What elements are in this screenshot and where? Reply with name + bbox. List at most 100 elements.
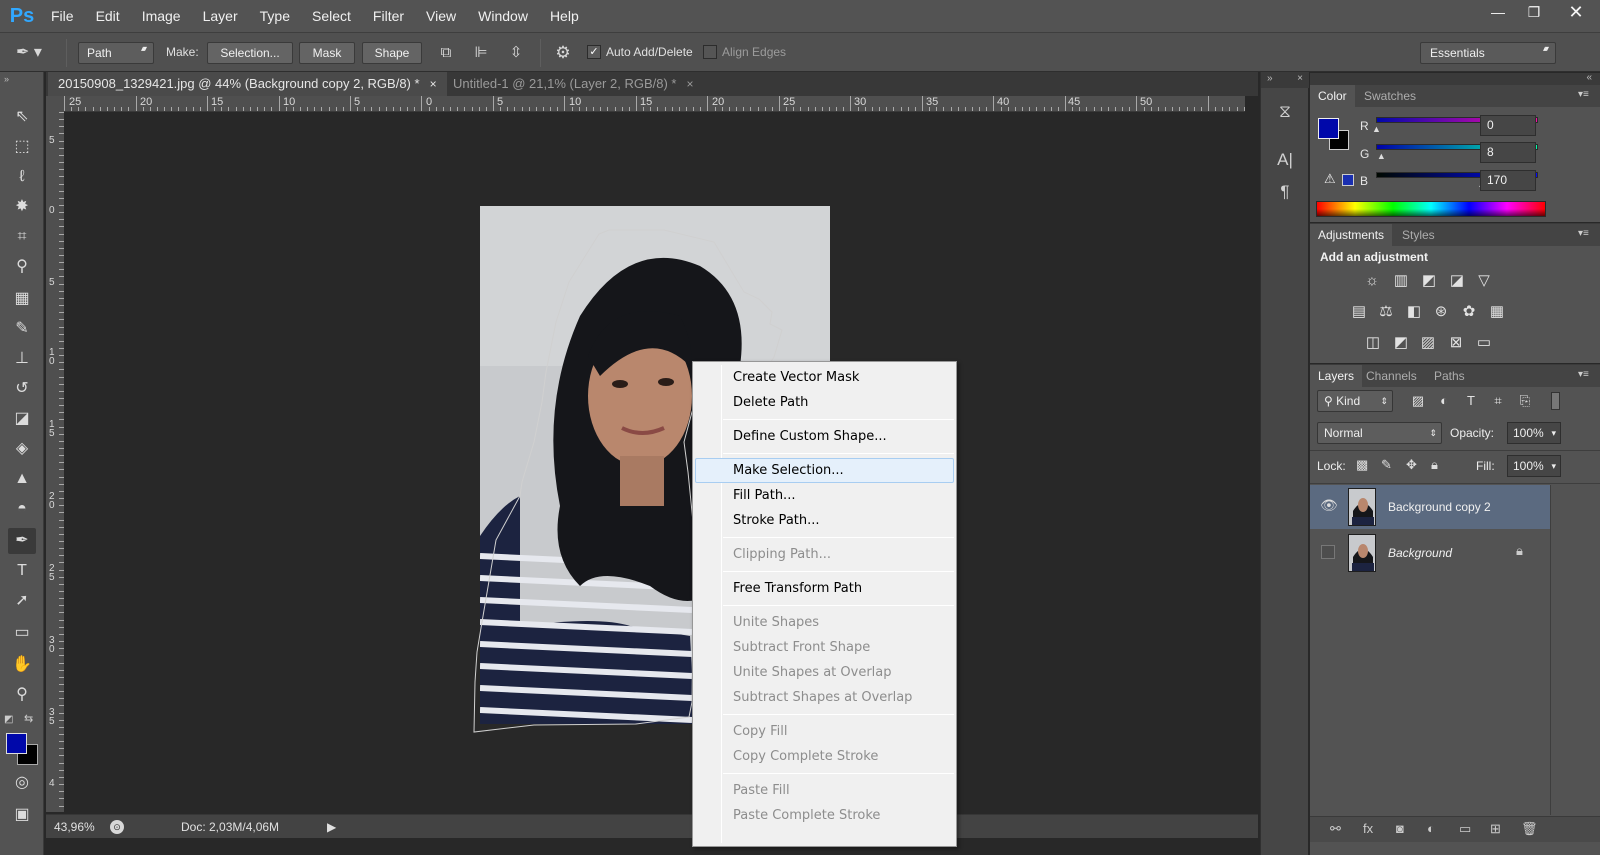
menu-item-delete-path[interactable]: Delete Path (695, 390, 954, 415)
horizontal-ruler[interactable]: 25 20 15 10 5 0 5 10 15 20 25 30 35 40 45 50 (64, 96, 1245, 112)
gamut-swatch[interactable] (1342, 174, 1354, 186)
tab-paths[interactable]: Paths (1426, 365, 1473, 387)
quick-mask-icon[interactable]: ◎ (8, 770, 36, 796)
layer-name[interactable]: Background copy 2 (1388, 500, 1491, 514)
posterize-icon[interactable]: ◩ (1389, 332, 1413, 354)
menu-edit[interactable]: Edit (85, 0, 131, 32)
vertical-ruler[interactable]: 5 0 5 1 0 1 5 2 0 2 5 3 0 3 5 4 (46, 112, 64, 812)
tab-styles[interactable]: Styles (1394, 224, 1443, 246)
pen-tool-preset-icon[interactable]: ✒ ▾ (8, 43, 50, 63)
curves-icon[interactable]: ◩ (1417, 270, 1441, 292)
menu-type[interactable]: Type (249, 0, 301, 32)
new-adjustment-layer-icon[interactable]: ◐ (1427, 821, 1435, 836)
menu-window[interactable]: Window (467, 0, 539, 32)
make-mask-button[interactable]: Mask (299, 42, 355, 64)
lock-all-icon[interactable]: 🔒︎ (1431, 457, 1438, 473)
paragraph-panel-icon[interactable]: ¶ (1273, 180, 1297, 204)
lock-position-icon[interactable]: ✥ (1406, 457, 1417, 473)
blur-tool-icon[interactable]: ▲ (8, 466, 36, 492)
filter-kind-select[interactable]: ⚲ Kind ⇕ (1317, 390, 1393, 412)
make-shape-button[interactable]: Shape (362, 42, 422, 64)
rectangle-tool-icon[interactable]: ▭ (8, 620, 36, 646)
collapse-toolbar-icon[interactable]: » (4, 74, 9, 84)
restore-button[interactable]: ❐ (1516, 0, 1552, 26)
collapse-dock-icon[interactable]: « (1586, 72, 1592, 83)
lasso-tool-icon[interactable]: ℓ (8, 164, 36, 190)
delete-layer-icon[interactable]: 🗑︎ (1521, 821, 1538, 837)
type-tool-icon[interactable]: T (8, 558, 36, 584)
color-spectrum-ramp[interactable] (1316, 201, 1546, 217)
crop-tool-icon[interactable]: ⌗ (8, 224, 36, 250)
selective-color-icon[interactable]: ▭ (1472, 332, 1496, 354)
panel-menu-icon[interactable]: ▾≡ (1578, 90, 1592, 100)
lock-transparent-icon[interactable]: ▩ (1356, 457, 1368, 473)
history-panel-icon[interactable]: ⧖ (1273, 100, 1297, 124)
tab-untitled-document[interactable]: Untitled-1 @ 21,1% (Layer 2, RGB/8) * × (443, 72, 703, 96)
healing-brush-tool-icon[interactable]: ▦ (8, 286, 36, 312)
align-edges-checkbox[interactable] (703, 45, 717, 59)
move-tool-icon[interactable]: ⇖ (8, 104, 36, 130)
close-tab-icon[interactable]: × (686, 77, 693, 91)
path-selection-tool-icon[interactable]: ➚ (8, 588, 36, 614)
green-slider-thumb[interactable]: ▲ (1377, 151, 1386, 161)
history-brush-tool-icon[interactable]: ↺ (8, 376, 36, 402)
fill-field[interactable]: 100% ▾ (1507, 455, 1561, 477)
menu-filter[interactable]: Filter (362, 0, 415, 32)
red-slider-thumb[interactable]: ▲ (1372, 124, 1381, 134)
menu-image[interactable]: Image (131, 0, 192, 32)
color-balance-icon[interactable]: ⚖ (1374, 301, 1398, 323)
path-arrangement-icon[interactable]: ⇳ (506, 43, 526, 63)
vibrance-icon[interactable]: ▽ (1472, 270, 1496, 292)
gear-icon[interactable]: ⚙ (553, 43, 573, 63)
clone-stamp-tool-icon[interactable]: ⊥ (8, 346, 36, 372)
filter-type-icon[interactable]: T (1459, 390, 1483, 412)
layer-row[interactable]: Background 🔒︎ (1310, 531, 1550, 575)
exposure-icon[interactable]: ◪ (1445, 270, 1469, 292)
menu-file[interactable]: File (40, 0, 85, 32)
menu-layer[interactable]: Layer (192, 0, 249, 32)
tab-layers[interactable]: Layers (1310, 365, 1363, 387)
paint-bucket-tool-icon[interactable]: ◈ (8, 436, 36, 462)
filter-shape-icon[interactable]: ⌗ (1486, 390, 1510, 412)
filter-adjustment-icon[interactable]: ◐ (1432, 390, 1456, 412)
new-group-icon[interactable]: ▭ (1459, 821, 1471, 837)
opacity-field[interactable]: 100% ▾ (1507, 422, 1561, 444)
character-panel-icon[interactable]: A| (1273, 148, 1297, 172)
channel-mixer-icon[interactable]: ✿ (1457, 301, 1481, 323)
menu-select[interactable]: Select (301, 0, 362, 32)
menu-help[interactable]: Help (539, 0, 590, 32)
out-of-gamut-warning-icon[interactable]: ⚠ (1324, 171, 1336, 187)
new-layer-icon[interactable]: ⊞ (1490, 821, 1501, 837)
layer-name[interactable]: Background (1388, 546, 1452, 560)
expand-panels-icon[interactable]: » (1267, 73, 1273, 84)
menu-item-make-selection[interactable]: Make Selection... (695, 458, 954, 483)
zoom-level[interactable]: 43,96% (54, 820, 95, 834)
menu-item-define-custom-shape[interactable]: Define Custom Shape... (695, 424, 954, 449)
hand-tool-icon[interactable]: ✋ (8, 652, 36, 678)
hue-saturation-icon[interactable]: ▤ (1347, 301, 1371, 323)
foreground-color-swatch[interactable] (1318, 118, 1339, 139)
auto-add-delete-checkbox[interactable]: ✓ (587, 45, 601, 59)
threshold-icon[interactable]: ▨ (1416, 332, 1440, 354)
tab-channels[interactable]: Channels (1358, 365, 1425, 387)
tab-active-document[interactable]: 20150908_1329421.jpg @ 44% (Background c… (48, 72, 447, 96)
green-value-field[interactable]: 8 (1480, 142, 1536, 163)
filter-smart-object-icon[interactable]: ⎘ (1513, 390, 1537, 412)
menu-view[interactable]: View (415, 0, 467, 32)
ruler-origin[interactable] (46, 96, 64, 112)
default-colors-icon[interactable]: ◩ (4, 714, 13, 725)
path-alignment-icon[interactable]: ⊫ (471, 43, 491, 63)
eraser-tool-icon[interactable]: ◪ (8, 406, 36, 432)
visibility-eye-icon[interactable]: 👁︎ (1320, 497, 1338, 513)
zoom-tool-icon[interactable]: ⚲ (8, 682, 36, 708)
workspace-select[interactable]: Essentials (1420, 42, 1556, 64)
tab-color[interactable]: Color (1310, 85, 1355, 107)
brightness-contrast-icon[interactable]: ☼ (1360, 270, 1384, 292)
pen-tool-icon[interactable]: ✒ (8, 528, 36, 554)
color-lookup-icon[interactable]: ▦ (1485, 301, 1509, 323)
status-menu-arrow-icon[interactable]: ▶ (327, 820, 336, 834)
tab-adjustments[interactable]: Adjustments (1310, 224, 1393, 246)
filter-toggle[interactable] (1551, 392, 1560, 410)
lock-image-icon[interactable]: ✎ (1381, 457, 1392, 473)
panel-menu-icon[interactable]: ▾≡ (1578, 370, 1592, 380)
